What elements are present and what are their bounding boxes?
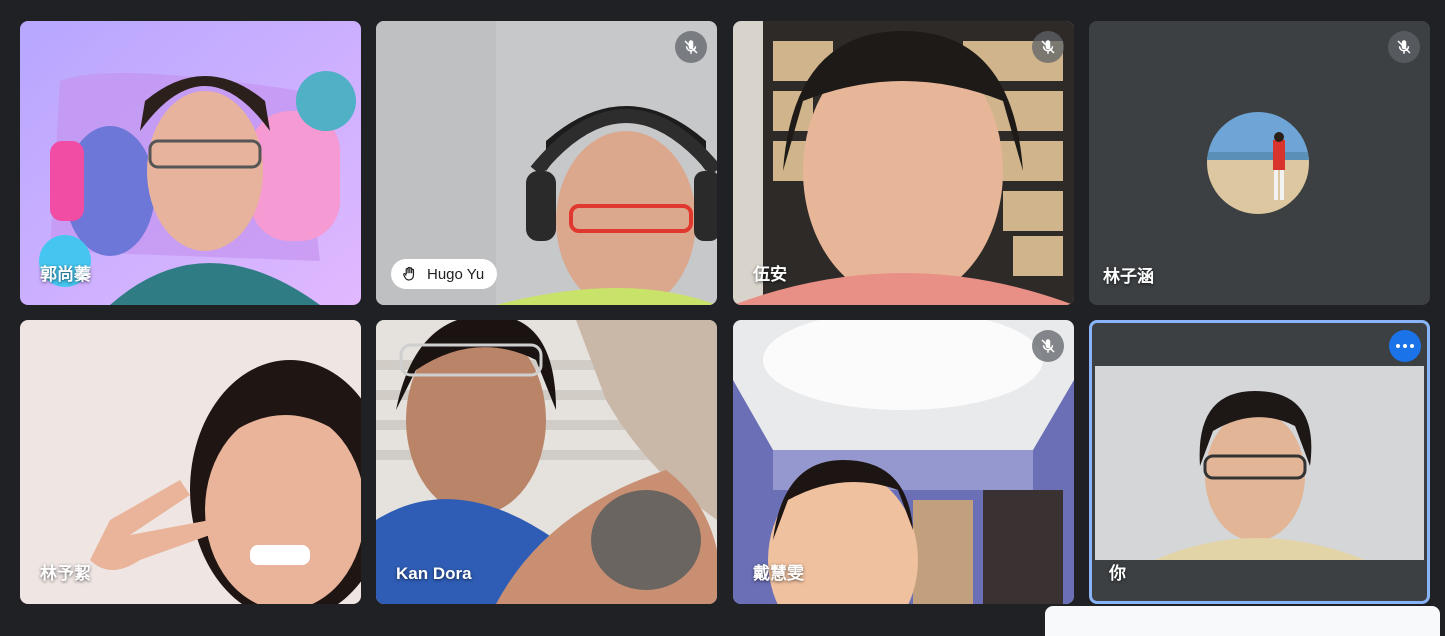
video-feed (376, 320, 717, 604)
mic-off-icon (1032, 31, 1064, 63)
participant-name: 戴慧雯 (753, 564, 804, 583)
mic-off-icon (1032, 330, 1064, 362)
participant-name: 伍安 (753, 265, 787, 284)
participant-name: 郭尚蓁 (40, 265, 91, 284)
participant-tile-self[interactable]: 你 (1089, 320, 1430, 604)
participant-tile-7[interactable]: 戴慧雯 (733, 320, 1074, 604)
video-grid: 郭尚蓁 Hugo Yu 伍安 林子涵 林予絜 Kan Dora 戴慧雯 你 (20, 21, 1430, 605)
participant-tile-4[interactable]: 林子涵 (1089, 21, 1430, 305)
participant-tile-5[interactable]: 林予絜 (20, 320, 361, 604)
participant-name: Hugo Yu (427, 265, 485, 283)
participant-name: 林予絜 (40, 564, 91, 583)
mic-off-icon (1388, 31, 1420, 63)
mic-off-icon (675, 31, 707, 63)
raised-hand-indicator: Hugo Yu (391, 259, 498, 289)
participant-name: 你 (1109, 564, 1126, 583)
bottom-popup-panel (1045, 606, 1440, 636)
participant-name: 林子涵 (1103, 267, 1154, 286)
participant-tile-1[interactable]: 郭尚蓁 (20, 21, 361, 305)
participant-tile-2[interactable]: Hugo Yu (376, 21, 717, 305)
avatar (1207, 112, 1309, 214)
more-options-icon[interactable] (1389, 330, 1421, 362)
video-feed (1095, 366, 1424, 560)
participant-name: Kan Dora (396, 564, 472, 583)
participant-tile-3[interactable]: 伍安 (733, 21, 1074, 305)
raised-hand-icon (403, 266, 415, 281)
participant-tile-6[interactable]: Kan Dora (376, 320, 717, 604)
